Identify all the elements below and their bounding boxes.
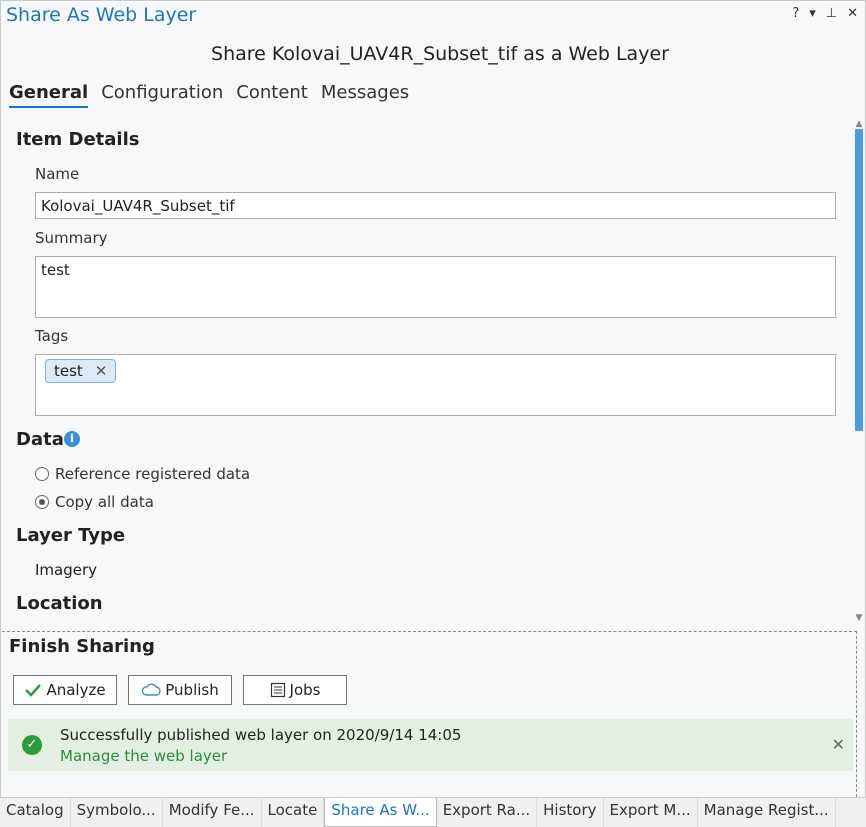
analyze-button[interactable]: Analyze <box>13 675 117 705</box>
layer-type-heading: Layer Type <box>16 525 126 546</box>
bottom-tab-history[interactable]: History <box>537 798 604 827</box>
analyze-label: Analyze <box>46 681 106 699</box>
tab-bar: General Configuration Content Messages <box>9 82 409 108</box>
publish-label: Publish <box>165 681 219 699</box>
cloud-icon <box>142 683 161 696</box>
success-message-text: Successfully published web layer on 2020… <box>60 726 462 744</box>
bottom-tab-export-raster[interactable]: Export Ra... <box>437 798 538 827</box>
bottom-tab-symbology[interactable]: Symbolo... <box>71 798 163 827</box>
scrollbar-thumb[interactable] <box>855 129 863 431</box>
radio-reference-data[interactable]: Reference registered data <box>35 465 250 483</box>
info-icon[interactable]: i <box>64 431 80 447</box>
bottom-tab-export-map[interactable]: Export M... <box>604 798 698 827</box>
pane-controls: ? ▾ ⊥ ✕ <box>792 6 858 21</box>
remove-tag-icon[interactable]: ✕ <box>95 362 108 380</box>
tab-content[interactable]: Content <box>236 82 308 108</box>
bottom-tab-catalog[interactable]: Catalog <box>0 798 71 827</box>
jobs-list-icon <box>270 682 285 698</box>
bottom-tab-bar: Catalog Symbolo... Modify Fe... Locate S… <box>0 797 866 827</box>
general-tab-content: Item Details Name Kolovai_UAV4R_Subset_t… <box>0 115 858 627</box>
tags-field[interactable] <box>35 354 836 416</box>
bottom-tab-share-as-web-layer[interactable]: Share As W... <box>324 798 437 827</box>
vertical-scrollbar[interactable]: ▲ ▼ <box>852 115 866 627</box>
item-details-heading: Item Details <box>16 129 140 150</box>
bottom-tab-modify-features[interactable]: Modify Fe... <box>163 798 262 827</box>
chevron-down-icon[interactable]: ▾ <box>809 6 816 21</box>
name-label: Name <box>35 165 80 183</box>
layer-type-value: Imagery <box>35 561 98 579</box>
tab-messages[interactable]: Messages <box>321 82 409 108</box>
manage-web-layer-link[interactable]: Manage the web layer <box>60 747 227 765</box>
success-message: ✓ Successfully published web layer on 20… <box>8 719 853 771</box>
summary-label: Summary <box>35 229 108 247</box>
radio-button[interactable] <box>35 467 49 481</box>
pane-title: Share As Web Layer <box>6 4 197 26</box>
close-icon[interactable]: ✕ <box>847 6 858 21</box>
jobs-button[interactable]: Jobs <box>243 675 347 705</box>
jobs-label: Jobs <box>289 681 321 699</box>
summary-field[interactable]: test <box>35 256 836 318</box>
dismiss-message-icon[interactable]: ✕ <box>832 735 845 754</box>
page-title: Share Kolovai_UAV4R_Subset_tif as a Web … <box>211 43 669 65</box>
finish-sharing-panel: Finish Sharing Analyze Publish Jobs ✓ Su… <box>2 631 857 797</box>
bottom-tab-locate[interactable]: Locate <box>262 798 325 827</box>
location-heading: Location <box>16 593 103 614</box>
scroll-up-icon[interactable]: ▲ <box>854 119 864 129</box>
checkmark-icon <box>25 684 42 697</box>
tab-general[interactable]: General <box>9 82 89 108</box>
finish-sharing-heading: Finish Sharing <box>9 636 155 657</box>
publish-button[interactable]: Publish <box>128 675 232 705</box>
success-check-icon: ✓ <box>22 735 42 755</box>
help-icon[interactable]: ? <box>792 6 799 21</box>
scroll-down-icon[interactable]: ▼ <box>854 613 864 623</box>
radio-button-selected[interactable] <box>35 495 49 509</box>
bottom-tab-manage-registered[interactable]: Manage Regist... <box>698 798 836 827</box>
name-field[interactable]: Kolovai_UAV4R_Subset_tif <box>35 192 836 219</box>
tag-chip: test ✕ <box>45 359 117 383</box>
data-heading: Data <box>16 429 64 450</box>
radio-label: Copy all data <box>55 493 154 511</box>
radio-label: Reference registered data <box>55 465 251 483</box>
pin-icon[interactable]: ⊥ <box>826 6 837 21</box>
radio-copy-data[interactable]: Copy all data <box>35 493 154 511</box>
tag-label: test <box>54 362 83 380</box>
tags-label: Tags <box>35 327 69 345</box>
tab-configuration[interactable]: Configuration <box>101 82 223 108</box>
